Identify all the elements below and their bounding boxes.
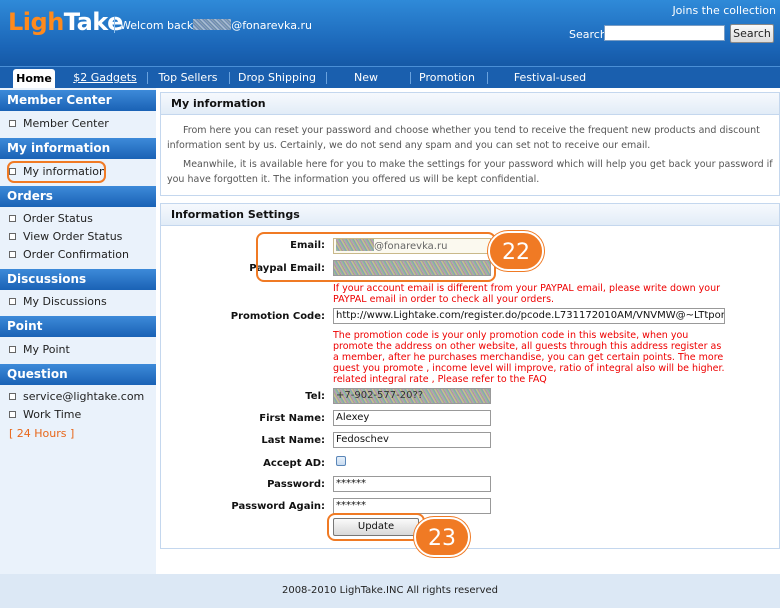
promotion-code-label: Promotion Code: <box>230 311 325 322</box>
site-footer: 2008-2010 LighTake.INC All rights reserv… <box>0 574 780 608</box>
bullet-box-icon <box>9 251 16 258</box>
step-badge-23: 23 <box>414 517 470 557</box>
header-divider <box>114 17 115 33</box>
paypal-email-note: If your account email is different from … <box>333 283 721 305</box>
sidebar-header-my-information: My information <box>0 138 156 159</box>
bullet-box-icon <box>9 233 16 240</box>
my-information-panel: My information From here you can reset y… <box>160 92 780 196</box>
promotion-code-field[interactable]: http://www.Lightake.com/register.do/pcod… <box>333 308 725 324</box>
redacted-username <box>193 19 232 30</box>
nav-promotion[interactable]: Promotion <box>418 67 476 89</box>
bullet-box-icon <box>9 393 16 400</box>
tel-label: Tel: <box>305 391 325 402</box>
last-name-field[interactable]: Fedoschev <box>333 432 491 448</box>
joins-collection-link[interactable]: Joins the collection <box>672 4 776 17</box>
highlight-update-button <box>327 513 425 541</box>
bullet-box-icon <box>9 215 16 222</box>
accept-ad-label: Accept AD: <box>263 458 325 469</box>
first-name-field[interactable]: Alexey <box>333 410 491 426</box>
search-input[interactable] <box>604 25 725 41</box>
nav-home[interactable]: Home <box>13 69 55 89</box>
nav-separator <box>147 72 148 84</box>
highlight-email-fields <box>256 232 496 282</box>
lightake-logo[interactable]: LighTake <box>8 8 123 36</box>
bullet-box-icon <box>9 411 16 418</box>
welcome-message: Welcom back @fonarevka.ru <box>114 17 312 33</box>
tel-field[interactable]: +7-902-577-20?? <box>333 388 491 404</box>
sidebar-header-discussions: Discussions <box>0 269 156 290</box>
nav-separator <box>229 72 230 84</box>
panel-title-information-settings: Information Settings <box>161 204 779 226</box>
first-name-label: First Name: <box>259 413 325 424</box>
bullet-box-icon <box>9 346 16 353</box>
sidebar-item-my-point[interactable]: My Point <box>9 342 70 358</box>
sidebar-header-orders: Orders <box>0 186 156 207</box>
sidebar-header-member-center: Member Center <box>0 90 156 111</box>
password-field[interactable]: ****** <box>333 476 491 492</box>
welcome-prefix: Welcom back <box>120 19 194 32</box>
sidebar-item-order-status[interactable]: Order Status <box>9 211 93 227</box>
sidebar-header-question: Question <box>0 364 156 385</box>
site-header: LighTake Welcom back @fonarevka.ru Joins … <box>0 0 780 66</box>
nav-new-arrivals[interactable]: New Arrivals <box>334 67 398 105</box>
sidebar-item-view-order-status[interactable]: View Order Status <box>9 229 122 245</box>
sidebar-header-point: Point <box>0 316 156 337</box>
bullet-box-icon <box>9 120 16 127</box>
search-button[interactable]: Search <box>730 24 774 43</box>
nav-2-gadgets[interactable]: $2 Gadgets <box>72 67 138 89</box>
work-hours-text: [ 24 Hours ] <box>9 427 75 440</box>
info-paragraph-2: Meanwhile, it is available here for you … <box>167 159 773 185</box>
nav-festival-coupon[interactable]: Festival-used Coupon <box>495 67 605 105</box>
sidebar-item-service-email[interactable]: service@lightake.com <box>9 389 144 405</box>
password-again-label: Password Again: <box>231 501 325 512</box>
panel-title-my-information: My information <box>161 93 779 115</box>
sidebar-item-order-confirmation[interactable]: Order Confirmation <box>9 247 129 263</box>
promotion-code-note: The promotion code is your only promotio… <box>333 330 725 385</box>
sidebar-item-member-center[interactable]: Member Center <box>9 116 109 132</box>
highlight-my-information <box>7 161 106 183</box>
last-name-label: Last Name: <box>261 435 325 446</box>
nav-separator <box>326 72 327 84</box>
nav-top-sellers[interactable]: Top Sellers <box>155 67 221 89</box>
main-nav: Home $2 Gadgets Top Sellers Drop Shippin… <box>0 66 780 105</box>
accept-ad-checkbox[interactable] <box>336 456 346 466</box>
info-paragraph-1: From here you can reset your password an… <box>167 125 760 151</box>
password-label: Password: <box>267 479 325 490</box>
nav-separator <box>410 72 411 84</box>
welcome-email-domain: @fonarevka.ru <box>231 19 312 32</box>
nav-drop-shipping[interactable]: Drop Shipping <box>237 67 317 89</box>
sidebar-item-my-discussions[interactable]: My Discussions <box>9 294 107 310</box>
step-badge-22: 22 <box>488 231 544 271</box>
bullet-box-icon <box>9 298 16 305</box>
search-label: Search <box>569 28 607 41</box>
password-again-field[interactable]: ****** <box>333 498 491 514</box>
sidebar-item-work-time: Work Time <box>9 407 81 423</box>
logo-text-part1: Ligh <box>8 8 64 36</box>
nav-separator <box>487 72 488 84</box>
